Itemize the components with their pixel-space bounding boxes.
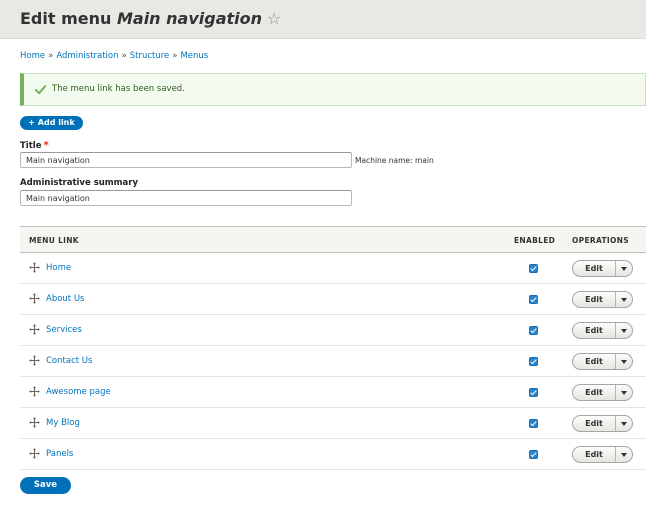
page-header: Edit menu Main navigation ☆ (0, 0, 646, 39)
drag-handle-icon[interactable] (29, 293, 40, 304)
edit-button[interactable]: Edit (573, 385, 616, 400)
operations-dropbutton: Edit (572, 384, 633, 401)
operations-dropbutton: Edit (572, 415, 633, 432)
page-title-menu-name: Main navigation (116, 9, 262, 28)
operations-toggle[interactable] (616, 416, 633, 431)
table-row: Home Edit (20, 253, 646, 284)
edit-button[interactable]: Edit (573, 323, 616, 338)
enabled-checkbox[interactable] (529, 357, 538, 366)
table-row: Contact Us Edit (20, 346, 646, 377)
table-header: MENU LINK ENABLED OPERATIONS (20, 226, 646, 253)
page-title: Edit menu Main navigation ☆ (20, 9, 281, 28)
title-input[interactable] (20, 152, 352, 168)
operations-toggle[interactable] (616, 447, 633, 462)
breadcrumb-separator: » (172, 51, 178, 61)
check-icon (34, 85, 47, 95)
page-title-prefix: Edit menu (20, 9, 112, 28)
breadcrumb-structure[interactable]: Structure (130, 51, 170, 61)
table-row: My Blog Edit (20, 408, 646, 439)
edit-button[interactable]: Edit (573, 447, 616, 462)
required-mark: * (43, 140, 49, 151)
drag-handle-icon[interactable] (29, 324, 40, 335)
table-row: About Us Edit (20, 284, 646, 315)
menu-link-title[interactable]: Panels (46, 449, 73, 459)
drag-handle-icon[interactable] (29, 262, 40, 273)
title-label: Title * (20, 140, 49, 151)
menu-link-title[interactable]: Awesome page (46, 387, 111, 397)
edit-button[interactable]: Edit (573, 292, 616, 307)
table-row: Services Edit (20, 315, 646, 346)
menu-links-table: MENU LINK ENABLED OPERATIONS Home Edit Abo… (20, 226, 646, 470)
operations-toggle[interactable] (616, 323, 633, 338)
operations-dropbutton: Edit (572, 446, 633, 463)
table-body: Home Edit About Us Edit Services Edit Contact … (20, 253, 646, 470)
summary-label: Administrative summary (20, 178, 138, 188)
operations-dropbutton: Edit (572, 322, 633, 339)
breadcrumb-administration[interactable]: Administration (56, 51, 118, 61)
breadcrumb-separator: » (48, 51, 54, 61)
drag-handle-icon[interactable] (29, 355, 40, 366)
status-message: The menu link has been saved. (20, 73, 646, 106)
status-message-text: The menu link has been saved. (52, 84, 185, 94)
enabled-checkbox[interactable] (529, 326, 538, 335)
menu-link-title[interactable]: About Us (46, 294, 84, 304)
star-icon[interactable]: ☆ (267, 9, 281, 28)
edit-button[interactable]: Edit (573, 416, 616, 431)
operations-dropbutton: Edit (572, 260, 633, 277)
menu-link-title[interactable]: Contact Us (46, 356, 92, 366)
column-header-menu-link: MENU LINK (29, 236, 79, 245)
operations-toggle[interactable] (616, 354, 633, 369)
edit-button[interactable]: Edit (573, 354, 616, 369)
drag-handle-icon[interactable] (29, 386, 40, 397)
column-header-operations: OPERATIONS (572, 236, 629, 245)
chevron-down-icon (621, 329, 627, 333)
breadcrumb: Home» Administration» Structure» Menus (20, 51, 208, 61)
operations-dropbutton: Edit (572, 291, 633, 308)
edit-button[interactable]: Edit (573, 261, 616, 276)
column-header-enabled: ENABLED (514, 236, 556, 245)
operations-toggle[interactable] (616, 292, 633, 307)
chevron-down-icon (621, 391, 627, 395)
chevron-down-icon (621, 422, 627, 426)
chevron-down-icon (621, 360, 627, 364)
chevron-down-icon (621, 298, 627, 302)
menu-link-title[interactable]: Services (46, 325, 82, 335)
chevron-down-icon (621, 267, 627, 271)
menu-link-title[interactable]: Home (46, 263, 71, 273)
table-row: Awesome page Edit (20, 377, 646, 408)
operations-toggle[interactable] (616, 261, 633, 276)
operations-dropbutton: Edit (572, 353, 633, 370)
breadcrumb-home[interactable]: Home (20, 51, 45, 61)
table-row: Panels Edit (20, 439, 646, 470)
enabled-checkbox[interactable] (529, 388, 538, 397)
enabled-checkbox[interactable] (529, 450, 538, 459)
save-button[interactable]: Save (20, 477, 71, 494)
title-label-text: Title (20, 141, 42, 151)
drag-handle-icon[interactable] (29, 448, 40, 459)
menu-link-title[interactable]: My Blog (46, 418, 80, 428)
breadcrumb-separator: » (121, 51, 127, 61)
breadcrumb-menus[interactable]: Menus (180, 51, 208, 61)
enabled-checkbox[interactable] (529, 264, 538, 273)
add-link-button[interactable]: + Add link (20, 116, 83, 130)
drag-handle-icon[interactable] (29, 417, 40, 428)
operations-toggle[interactable] (616, 385, 633, 400)
machine-name: Machine name: main (355, 156, 434, 165)
chevron-down-icon (621, 453, 627, 457)
enabled-checkbox[interactable] (529, 295, 538, 304)
summary-input[interactable] (20, 190, 352, 206)
enabled-checkbox[interactable] (529, 419, 538, 428)
